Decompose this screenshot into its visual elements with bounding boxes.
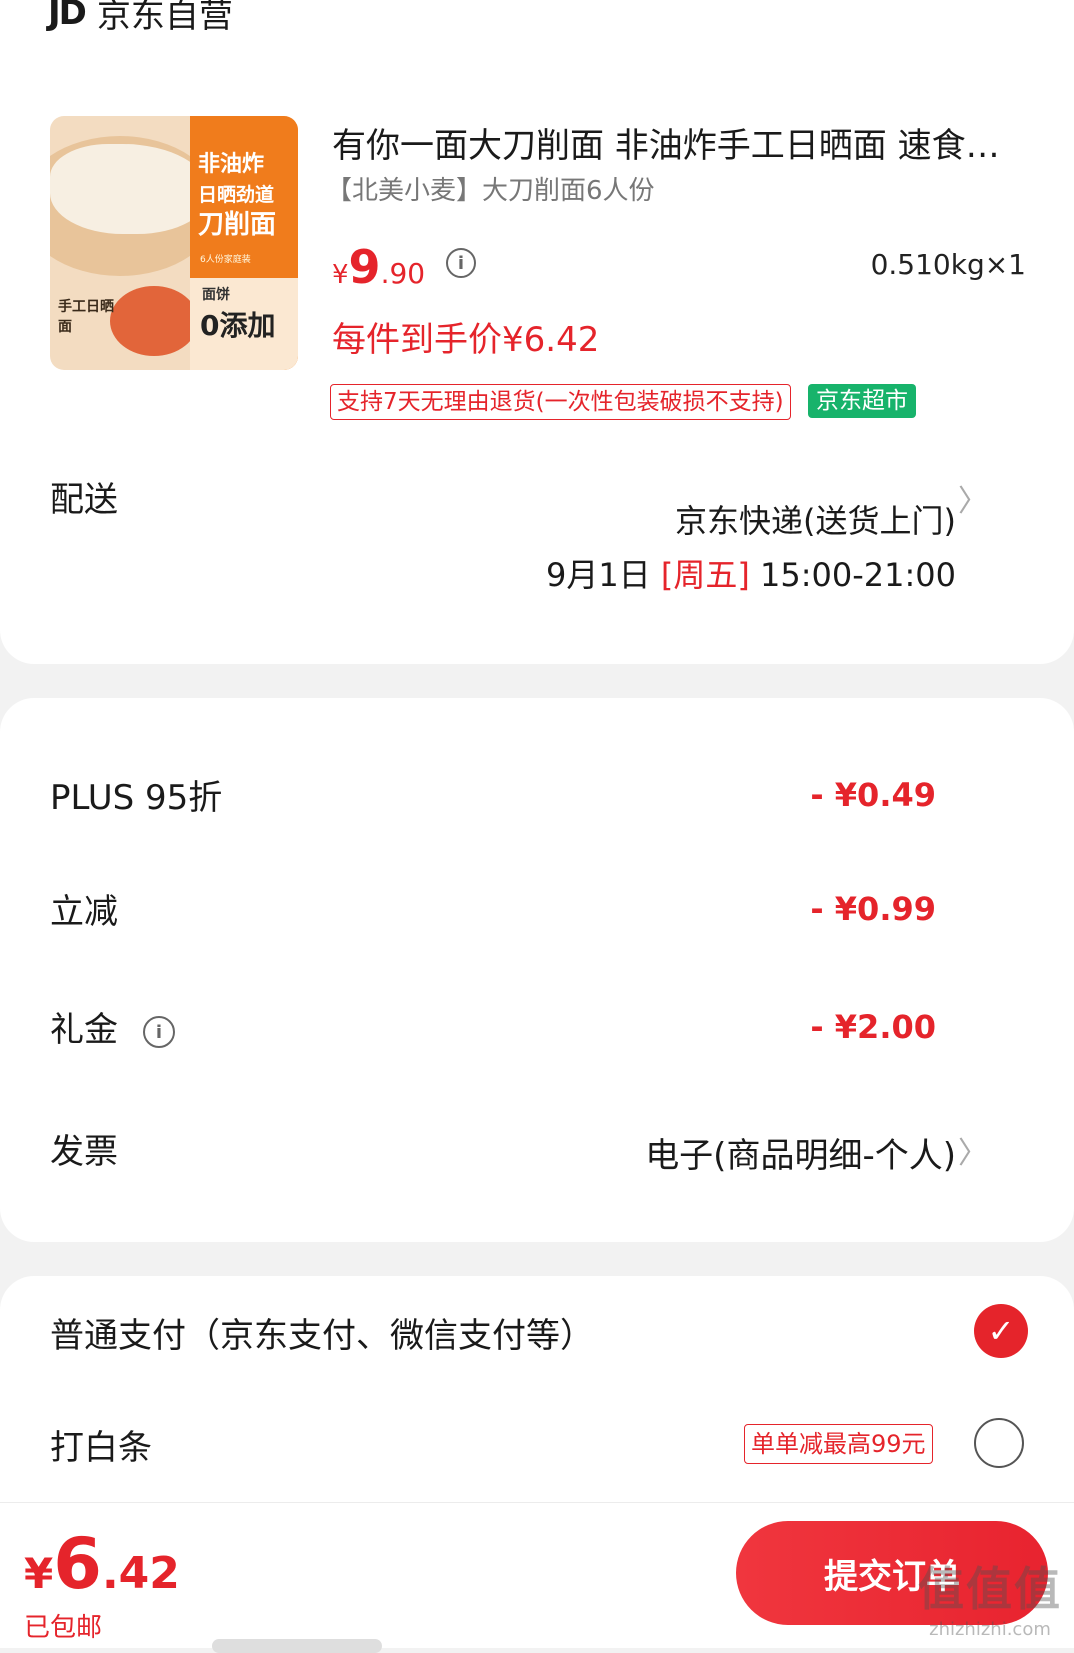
total-price: ¥ 6 .42 xyxy=(24,1523,180,1605)
thumbnail-line: 非油炸 xyxy=(198,152,265,177)
total-integer: 6 xyxy=(53,1523,102,1605)
thumbnail-pack-text: 手工日晒面 xyxy=(58,299,114,335)
price-integer: 9 xyxy=(348,240,381,294)
unit-final-price: 每件到手价¥6.42 xyxy=(332,320,600,360)
thumbnail-line: 日晒劲道 xyxy=(198,184,275,206)
product-price: ¥ 9 .90 xyxy=(332,240,425,294)
delivery-time[interactable]: 9月1日 [周五] 15:00-21:00 xyxy=(546,550,956,596)
checkout-bar: ¥ 6 .42 已包邮 提交订单 值值值 zhizhizhi.com xyxy=(0,1502,1074,1653)
thumbnail-small-text: 6人份家庭装 xyxy=(200,255,251,265)
thumbnail-headline: 非油炸 日晒劲道 刀削面 xyxy=(198,150,276,240)
bowl-graphic xyxy=(110,286,198,356)
discount-value-instant: - ¥0.99 xyxy=(810,890,936,928)
delivery-label: 配送 xyxy=(50,480,118,520)
watermark: 值值值 zhizhizhi.com xyxy=(918,1553,1062,1640)
product-title[interactable]: 有你一面大刀削面 非油炸手工日晒面 速食面饼 xyxy=(332,118,1012,167)
thumbnail-badge-top: 面饼 xyxy=(202,287,230,303)
delivery-weekday: [周五] xyxy=(660,556,750,594)
watermark-url: zhizhizhi.com xyxy=(929,1619,1051,1640)
watermark-text: 值值值 xyxy=(918,1562,1062,1616)
baitiao-promo-tag: 单单减最高99元 xyxy=(744,1424,933,1464)
thumbnail-badge-main: 0添加 xyxy=(200,309,276,342)
discount-value-plus: - ¥0.49 xyxy=(810,776,936,814)
price-info-icon[interactable]: i xyxy=(446,248,476,278)
check-circle-icon[interactable]: ✓ xyxy=(974,1304,1028,1358)
delivery-date: 9月1日 xyxy=(545,556,651,594)
store-name: 京东自营 xyxy=(96,0,233,36)
discount-label-instant: 立减 xyxy=(50,892,118,932)
total-decimal: .42 xyxy=(101,1548,180,1599)
product-quantity: 0.510kg×1 xyxy=(870,248,1026,281)
payment-normal-label[interactable]: 普通支付（京东支付、微信支付等） xyxy=(50,1308,594,1357)
product-thumbnail[interactable]: 非油炸 日晒劲道 刀削面 6人份家庭装 手工日晒面 面饼 0添加 xyxy=(50,116,298,370)
order-item-card: JD 京东自营 非油炸 日晒劲道 刀削面 6人份家庭装 手工日晒面 面饼 0添加… xyxy=(0,0,1074,664)
discount-value-gift: - ¥2.00 xyxy=(810,1008,936,1046)
discount-label-gift: 礼金 xyxy=(50,1010,118,1050)
radio-unchecked-icon[interactable] xyxy=(974,1418,1024,1468)
jd-logo: JD xyxy=(48,0,87,33)
total-currency: ¥ xyxy=(24,1549,54,1598)
home-indicator xyxy=(212,1639,382,1653)
chevron-right-icon[interactable]: 〉 xyxy=(958,476,988,520)
price-decimal: .90 xyxy=(380,257,426,290)
store-header[interactable]: JD 京东自营 xyxy=(48,0,233,37)
price-currency: ¥ xyxy=(332,260,349,290)
return-policy-tag: 支持7天无理由退货(一次性包装破损不支持) xyxy=(330,384,791,420)
payment-baitiao-label[interactable]: 打白条 xyxy=(50,1420,152,1469)
delivery-method[interactable]: 京东快递(送货上门) xyxy=(675,496,956,542)
chevron-right-icon[interactable]: 〉 xyxy=(958,1128,988,1172)
gift-info-icon[interactable]: i xyxy=(143,1016,175,1048)
delivery-timeslot: 15:00-21:00 xyxy=(760,556,956,594)
product-spec: 【北美小麦】大刀削面6人份 xyxy=(326,176,655,206)
invoice-value[interactable]: 电子(商品明细-个人) xyxy=(645,1128,956,1177)
channel-tag: 京东超市 xyxy=(808,384,916,418)
thumbnail-line: 刀削面 xyxy=(198,210,277,240)
invoice-label: 发票 xyxy=(50,1132,118,1172)
discount-label-plus: PLUS 95折 xyxy=(50,778,223,818)
shipping-status: 已包邮 xyxy=(24,1613,103,1643)
